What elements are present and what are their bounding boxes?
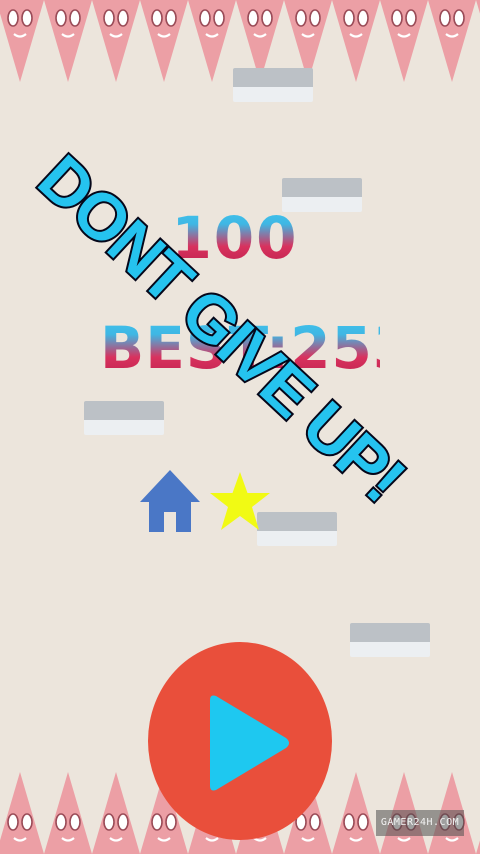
spike xyxy=(0,0,44,82)
platform xyxy=(233,68,313,102)
home-button[interactable] xyxy=(140,470,200,534)
spike xyxy=(140,0,188,82)
spike xyxy=(188,0,236,82)
best-score: BEST:253 xyxy=(100,310,413,386)
platform xyxy=(84,401,164,435)
spike xyxy=(476,0,480,14)
current-score: 100 xyxy=(140,203,330,273)
spike xyxy=(92,0,140,82)
home-icon xyxy=(140,470,200,532)
star-icon xyxy=(210,472,270,530)
spike xyxy=(92,772,140,854)
spike xyxy=(44,0,92,82)
spike xyxy=(380,0,428,82)
play-icon xyxy=(210,695,289,791)
spike xyxy=(332,0,380,82)
spike xyxy=(44,772,92,854)
watermark: GAMER24H.COM xyxy=(376,810,464,836)
spike xyxy=(476,840,480,854)
play-button[interactable] xyxy=(148,642,332,840)
spike xyxy=(428,0,476,82)
spike xyxy=(0,772,44,854)
rate-star-button[interactable] xyxy=(208,470,272,534)
spike xyxy=(332,772,380,854)
platform xyxy=(350,623,430,657)
game-screen: 100 BEST:253 DONT GIVE UP! GAMER24H.COM xyxy=(0,0,480,854)
